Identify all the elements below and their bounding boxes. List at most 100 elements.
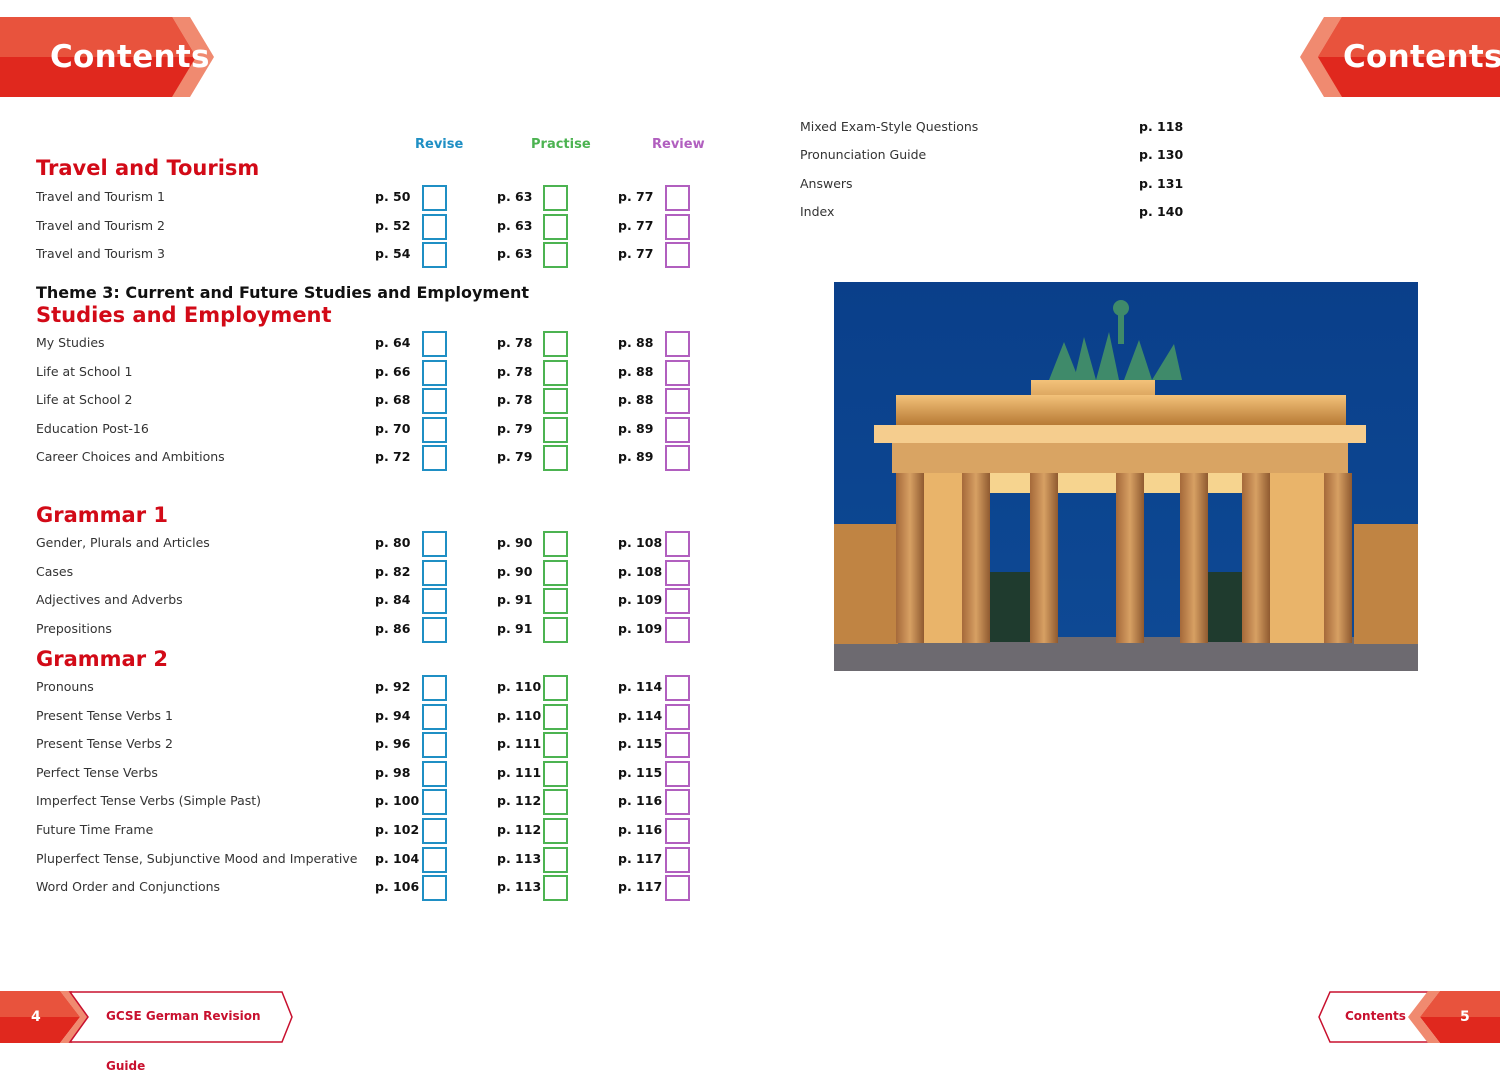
revise-checkbox[interactable] [422, 616, 447, 643]
review-page: p. 108 [618, 535, 663, 550]
review-checkbox[interactable] [665, 588, 690, 615]
revise-checkbox[interactable] [422, 732, 447, 759]
review-checkbox[interactable] [665, 416, 690, 443]
review-page: p. 114 [618, 707, 663, 723]
revise-page: p. 50 [375, 189, 411, 204]
theme-heading: Theme 3: Current and Future Studies and … [36, 283, 529, 302]
revise-checkbox[interactable] [422, 388, 447, 415]
review-page: p. 108 [618, 563, 663, 579]
practise-checkbox[interactable] [543, 760, 568, 787]
review-checkbox[interactable] [665, 242, 690, 269]
review-checkbox[interactable] [665, 675, 690, 701]
revise-checkbox[interactable] [422, 760, 447, 787]
practise-checkbox[interactable] [543, 359, 568, 386]
revise-checkbox[interactable] [422, 213, 447, 240]
revise-page: p. 66 [375, 363, 411, 379]
practise-page: p. 113 [497, 879, 542, 895]
review-page: p. 115 [618, 736, 663, 752]
practise-checkbox[interactable] [543, 846, 568, 873]
review-checkbox[interactable] [665, 846, 690, 873]
review-checkbox[interactable] [665, 789, 690, 816]
review-page: p. 77 [618, 217, 654, 233]
practise-checkbox[interactable] [543, 531, 568, 557]
practise-checkbox[interactable] [543, 588, 568, 615]
practise-checkbox[interactable] [543, 331, 568, 357]
revise-checkbox[interactable] [422, 416, 447, 443]
practise-page: p. 63 [497, 189, 533, 204]
review-page: p. 116 [618, 822, 663, 837]
revise-page: p. 82 [375, 563, 411, 579]
revise-checkbox[interactable] [422, 242, 447, 269]
revise-checkbox[interactable] [422, 789, 447, 816]
review-checkbox[interactable] [665, 213, 690, 240]
topic-label: Prepositions [36, 620, 112, 636]
topic-label: Perfect Tense Verbs [36, 764, 158, 780]
practise-checkbox[interactable] [543, 732, 568, 759]
revise-page: p. 70 [375, 420, 411, 436]
contents-banner-left: Contents [0, 17, 215, 97]
practise-checkbox[interactable] [543, 875, 568, 902]
review-checkbox[interactable] [665, 331, 690, 357]
review-checkbox[interactable] [665, 359, 690, 386]
topic-label: Imperfect Tense Verbs (Simple Past) [36, 793, 262, 809]
revise-checkbox[interactable] [422, 588, 447, 615]
topic-label: Present Tense Verbs 2 [36, 736, 173, 752]
page-ref: p. 118 [1139, 119, 1184, 134]
practise-checkbox[interactable] [543, 416, 568, 443]
practise-checkbox[interactable] [543, 185, 568, 211]
revise-checkbox[interactable] [422, 818, 447, 844]
practise-checkbox[interactable] [543, 703, 568, 730]
page-ref: p. 131 [1139, 175, 1184, 191]
revise-checkbox[interactable] [422, 559, 447, 586]
revise-checkbox[interactable] [422, 445, 447, 472]
practise-checkbox[interactable] [543, 675, 568, 701]
section-title-studies: Studies and Employment [36, 303, 332, 327]
practise-checkbox[interactable] [543, 213, 568, 240]
table-row: My Studies p. 64 p. 78 p. 88 [0, 331, 720, 357]
practise-checkbox[interactable] [543, 445, 568, 472]
topic-label: Education Post-16 [36, 420, 149, 436]
review-checkbox[interactable] [665, 760, 690, 787]
revise-checkbox[interactable] [422, 185, 447, 211]
review-page: p. 77 [618, 246, 654, 262]
revise-checkbox[interactable] [422, 875, 447, 902]
revise-page: p. 100 [375, 793, 420, 809]
table-row: Life at School 1 p. 66 p. 78 p. 88 [0, 359, 720, 386]
review-checkbox[interactable] [665, 531, 690, 557]
review-checkbox[interactable] [665, 875, 690, 902]
practise-page: p. 112 [497, 793, 542, 809]
table-row: Travel and Tourism 3 p. 54 p. 63 p. 77 [0, 242, 720, 269]
review-checkbox[interactable] [665, 818, 690, 844]
review-checkbox[interactable] [665, 703, 690, 730]
review-checkbox[interactable] [665, 732, 690, 759]
practise-page: p. 90 [497, 535, 533, 550]
page-number: 5 [1460, 1009, 1470, 1025]
practise-checkbox[interactable] [543, 789, 568, 816]
review-page: p. 77 [618, 189, 654, 204]
topic-label: Life at School 1 [36, 363, 133, 379]
revise-checkbox[interactable] [422, 531, 447, 557]
practise-column-header: Practise [531, 137, 591, 152]
practise-checkbox[interactable] [543, 616, 568, 643]
practise-checkbox[interactable] [543, 242, 568, 269]
review-checkbox[interactable] [665, 185, 690, 211]
review-checkbox[interactable] [665, 388, 690, 415]
revise-page: p. 84 [375, 592, 411, 608]
review-checkbox[interactable] [665, 616, 690, 643]
review-checkbox[interactable] [665, 559, 690, 586]
practise-checkbox[interactable] [543, 388, 568, 415]
practise-checkbox[interactable] [543, 818, 568, 844]
revise-checkbox[interactable] [422, 359, 447, 386]
practise-page: p. 113 [497, 850, 542, 866]
practise-page: p. 112 [497, 822, 542, 837]
revise-checkbox[interactable] [422, 846, 447, 873]
revise-checkbox[interactable] [422, 675, 447, 701]
topic-label: Word Order and Conjunctions [36, 879, 221, 895]
review-page: p. 116 [618, 793, 663, 809]
section-title-grammar-2: Grammar 2 [36, 647, 168, 671]
revise-checkbox[interactable] [422, 703, 447, 730]
revise-page: p. 64 [375, 335, 411, 350]
revise-checkbox[interactable] [422, 331, 447, 357]
practise-checkbox[interactable] [543, 559, 568, 586]
review-checkbox[interactable] [665, 445, 690, 472]
